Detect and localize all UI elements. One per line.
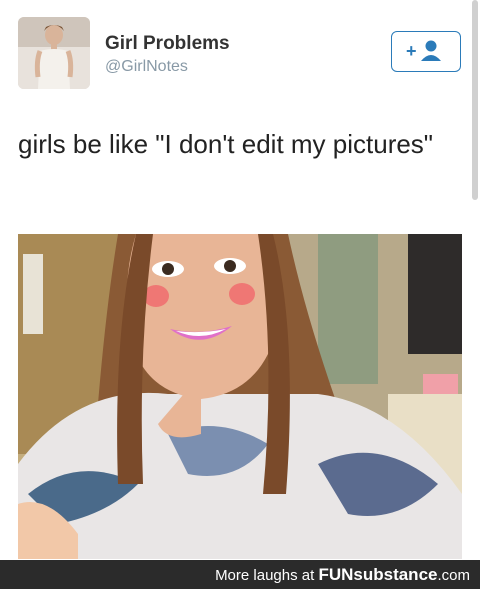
- selfie-image: [18, 234, 462, 559]
- tweet-header: Girl Problems @GirlNotes +: [0, 0, 480, 110]
- avatar-image: [18, 17, 90, 89]
- display-name[interactable]: Girl Problems: [105, 33, 230, 55]
- scrollbar[interactable]: [472, 0, 478, 200]
- footer-credit[interactable]: More laughs at FUNsubstance.com: [215, 565, 470, 585]
- tweet-text: girls be like "I don't edit my pictures": [18, 129, 434, 159]
- footer-bar: More laughs at FUNsubstance.com: [0, 560, 480, 589]
- follow-button[interactable]: +: [391, 31, 461, 72]
- add-user-icon: +: [406, 40, 441, 61]
- avatar[interactable]: [18, 17, 90, 89]
- user-handle[interactable]: @GirlNotes: [105, 58, 188, 76]
- tweet-photo[interactable]: [18, 234, 462, 559]
- footer-brand: FUNsubstance: [318, 565, 438, 584]
- footer-prefix: More laughs at: [215, 567, 319, 584]
- footer-suffix: .com: [437, 567, 470, 584]
- svg-text:+: +: [406, 41, 417, 61]
